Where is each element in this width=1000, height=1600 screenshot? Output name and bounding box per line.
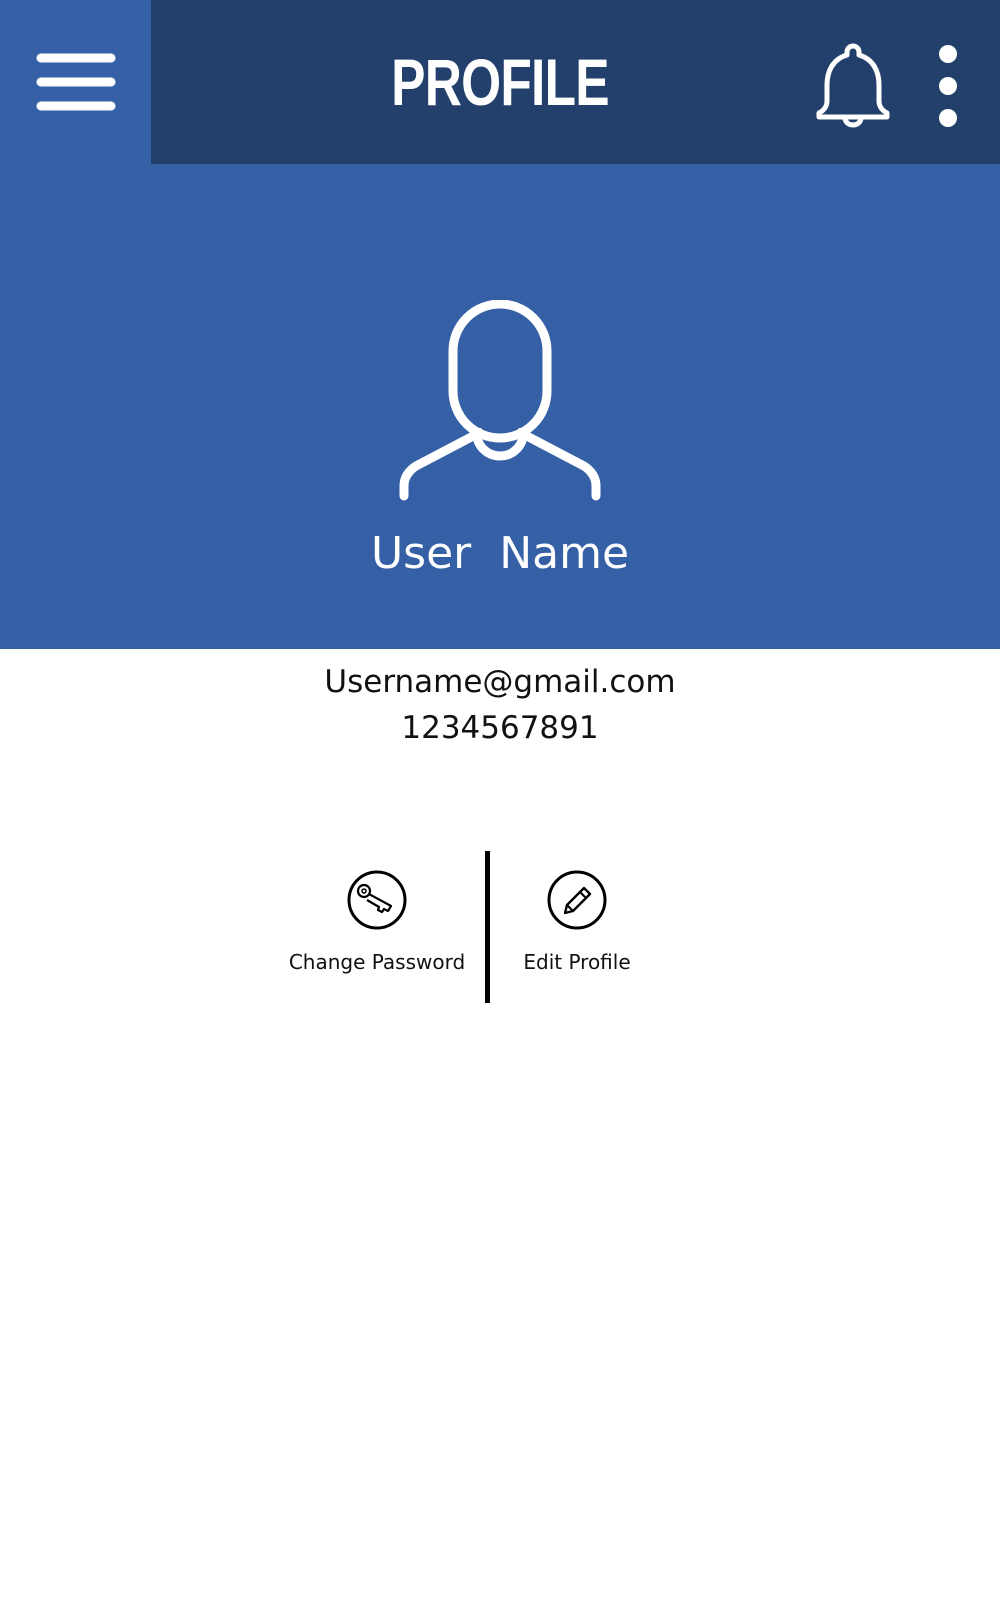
- pencil-icon: [547, 870, 607, 930]
- actions-divider: [485, 851, 490, 1003]
- change-password-label: Change Password: [288, 950, 466, 974]
- menu-button[interactable]: [0, 0, 151, 164]
- page-title: PROFILE: [391, 45, 609, 119]
- user-email: Username@gmail.com: [324, 664, 676, 700]
- user-avatar-icon: [399, 300, 601, 501]
- app-header: PROFILE: [0, 0, 1000, 164]
- bell-icon[interactable]: [815, 42, 891, 128]
- edit-profile-label: Edit Profile: [523, 950, 631, 974]
- user-phone: 1234567891: [401, 710, 599, 746]
- edit-profile-button[interactable]: Edit Profile: [510, 870, 644, 974]
- key-icon: [347, 870, 407, 930]
- more-vertical-icon[interactable]: [928, 42, 968, 132]
- change-password-button[interactable]: Change Password: [284, 870, 470, 974]
- hamburger-menu-icon: [36, 53, 115, 111]
- user-display-name: User Name: [370, 528, 630, 579]
